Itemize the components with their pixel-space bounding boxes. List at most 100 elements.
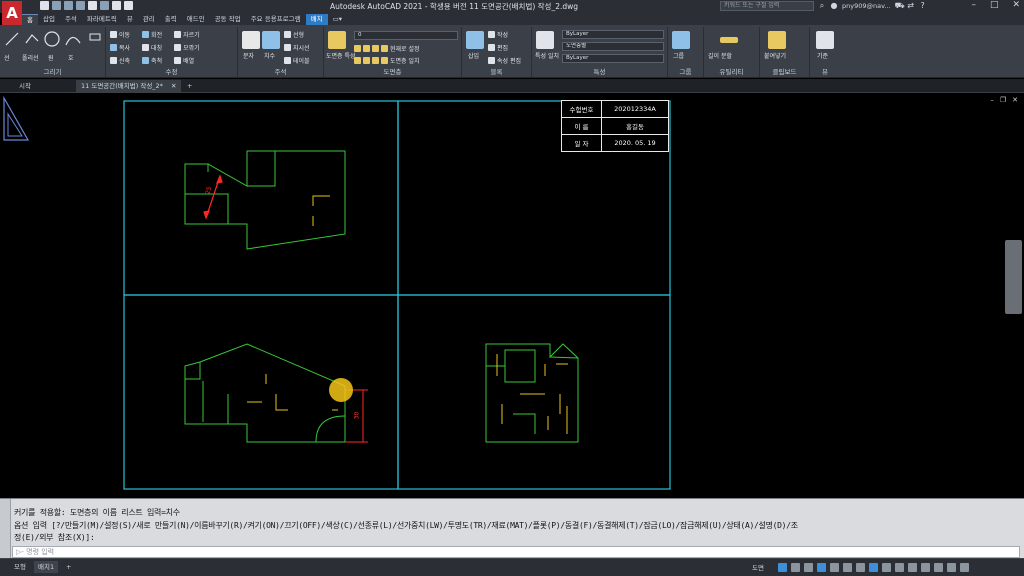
viewport-close-icon[interactable]: ✕ xyxy=(1012,96,1018,104)
leader-button[interactable]: 지시선 xyxy=(284,43,310,52)
workspace-icon[interactable] xyxy=(882,563,891,572)
search-icon[interactable]: ⌕ xyxy=(818,2,826,10)
measure-icon[interactable] xyxy=(720,37,738,43)
customize-icon[interactable] xyxy=(960,563,969,572)
array-button[interactable]: 배열 xyxy=(183,56,194,65)
grid-icon[interactable] xyxy=(778,563,787,572)
arc-tool-label[interactable]: 호 xyxy=(68,53,74,62)
close-tab-icon[interactable]: ✕ xyxy=(171,82,176,90)
linear-dim-button[interactable]: 선형 xyxy=(284,30,304,39)
utilities-panel-label[interactable]: 유틸리티 xyxy=(704,66,759,76)
navigation-bar[interactable] xyxy=(1005,240,1022,314)
cart-icon[interactable]: ⛟ xyxy=(895,2,905,10)
layer-thaw-icon[interactable] xyxy=(381,57,388,64)
clean-screen-icon[interactable] xyxy=(947,563,956,572)
new-file-icon[interactable] xyxy=(40,1,49,10)
properties-panel-label[interactable]: 특성 xyxy=(532,66,667,76)
viewport-restore-icon[interactable]: ❐ xyxy=(1000,96,1006,104)
table-button[interactable]: 테이블 xyxy=(284,56,310,65)
osnap-icon[interactable] xyxy=(830,563,839,572)
web-mobile-icon[interactable] xyxy=(88,1,97,10)
edit-block-button[interactable]: 편집 xyxy=(488,43,508,52)
layer-merge-icon[interactable] xyxy=(363,57,370,64)
clipboard-panel-label[interactable]: 클립보드 xyxy=(760,66,809,76)
start-tab[interactable]: 시작 xyxy=(14,80,36,92)
edit-attribute-button[interactable]: 속성 편집 xyxy=(488,56,521,65)
match-properties-icon[interactable] xyxy=(536,31,554,49)
lineweight-dropdown[interactable]: ByLayer xyxy=(562,54,664,63)
view-panel-label[interactable]: 뷰 xyxy=(810,66,840,76)
user-icon[interactable]: ● xyxy=(830,2,838,10)
save-as-icon[interactable] xyxy=(76,1,85,10)
annotation-scale-icon[interactable] xyxy=(869,563,878,572)
create-block-button[interactable]: 작성 xyxy=(488,30,508,39)
match-properties-label[interactable]: 특성 일치 xyxy=(535,51,559,60)
new-tab-button[interactable]: + xyxy=(182,80,197,92)
rotate-button[interactable]: 회전 xyxy=(151,30,162,39)
otrack-icon[interactable] xyxy=(843,563,852,572)
layer-off-icon[interactable] xyxy=(372,45,379,52)
dimension-tool-label[interactable]: 치수 xyxy=(264,51,275,60)
copy-button[interactable]: 복사 xyxy=(119,43,130,52)
layer-lock-icon[interactable] xyxy=(381,45,388,52)
line-tool-label[interactable]: 선 xyxy=(4,53,10,62)
paste-icon[interactable] xyxy=(768,31,786,49)
fillet-button[interactable]: 모깎기 xyxy=(183,43,200,52)
groups-panel-label[interactable]: 그룹 xyxy=(668,66,703,76)
layers-panel-label[interactable]: 도면층 xyxy=(324,66,461,76)
text-icon[interactable] xyxy=(242,31,260,49)
viewport-minimize-icon[interactable]: – xyxy=(990,96,994,104)
drawing-tab[interactable]: 11 도면공간(배치법) 작성_2* ✕ xyxy=(76,80,182,92)
ribbon-tab-8[interactable]: 공동 작업 xyxy=(210,14,246,25)
stretch-button[interactable]: 신축 xyxy=(119,56,130,65)
ribbon-tab-4[interactable]: 뷰 xyxy=(122,14,138,25)
help-icon[interactable]: ? xyxy=(919,2,927,10)
block-panel-label[interactable]: 블록 xyxy=(462,66,531,76)
scale-button[interactable]: 축척 xyxy=(151,56,162,65)
ortho-icon[interactable] xyxy=(804,563,813,572)
layer-dropdown[interactable]: 0 xyxy=(354,31,458,40)
minimize-icon[interactable]: – xyxy=(971,0,976,10)
move-button[interactable]: 이동 xyxy=(119,30,130,39)
ribbon-tab-1[interactable]: 삽입 xyxy=(38,14,60,25)
close-icon[interactable]: ✕ xyxy=(1012,0,1020,10)
mirror-button[interactable]: 대칭 xyxy=(151,43,162,52)
open-file-icon[interactable] xyxy=(52,1,61,10)
polar-icon[interactable] xyxy=(817,563,826,572)
share-icon[interactable]: ⇄ xyxy=(907,2,915,10)
units-icon[interactable] xyxy=(895,563,904,572)
add-layout-button[interactable]: + xyxy=(62,561,75,573)
drawing-canvas[interactable]: 25 30 수험번호 202012334A 이 름 홍길동 일 자 2020. 05. 1… xyxy=(0,94,1024,498)
color-dropdown[interactable]: ByLayer xyxy=(562,30,664,39)
ribbon-options-icon[interactable]: ▭▾ xyxy=(328,14,347,25)
paper-space-label[interactable]: 도면 xyxy=(752,562,764,572)
viewport-bottom-right[interactable] xyxy=(397,294,671,490)
search-input[interactable]: 키워드 또는 구절 입력 xyxy=(720,1,814,11)
modify-panel-label[interactable]: 수정 xyxy=(106,66,237,76)
ribbon-tab-0[interactable]: 홈 xyxy=(22,14,38,25)
layer-properties-icon[interactable] xyxy=(328,31,346,49)
trim-button[interactable]: 자르기 xyxy=(183,30,200,39)
insert-block-icon[interactable] xyxy=(466,31,484,49)
layer-properties-label[interactable]: 도면층 특성 xyxy=(326,51,356,60)
layout1-tab[interactable]: 배치1 xyxy=(34,561,59,573)
base-view-label[interactable]: 기준 xyxy=(817,51,828,60)
layer-delete-icon[interactable] xyxy=(372,57,379,64)
base-view-icon[interactable] xyxy=(816,31,834,49)
quick-props-icon[interactable] xyxy=(908,563,917,572)
polyline-tool-label[interactable]: 폴리선 xyxy=(22,53,39,62)
viewport-bottom-left[interactable] xyxy=(123,294,399,490)
insert-block-label[interactable]: 삽입 xyxy=(468,51,479,60)
match-layer-button[interactable]: 도면층 일치 xyxy=(390,56,420,65)
plot-icon[interactable] xyxy=(100,1,109,10)
snap-icon[interactable] xyxy=(791,563,800,572)
lineweight-icon[interactable] xyxy=(856,563,865,572)
viewport-top-left[interactable] xyxy=(123,100,399,296)
linetype-dropdown[interactable]: 도면층별 xyxy=(562,42,664,51)
group-label[interactable]: 그룹 xyxy=(673,51,684,60)
paste-label[interactable]: 붙여넣기 xyxy=(764,51,786,60)
ribbon-tab-7[interactable]: 애드인 xyxy=(182,14,210,25)
ribbon-tab-6[interactable]: 출력 xyxy=(160,14,182,25)
group-icon[interactable] xyxy=(672,31,690,49)
draw-panel-label[interactable]: 그리기 xyxy=(0,66,105,76)
